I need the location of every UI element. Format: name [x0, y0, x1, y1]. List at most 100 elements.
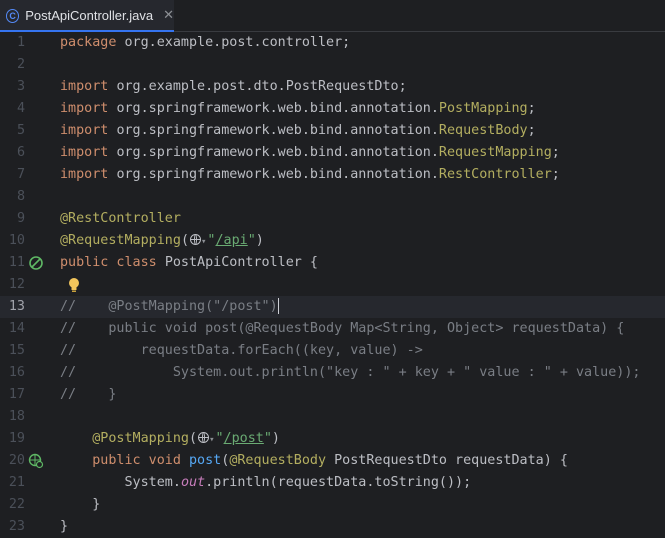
tab-postapicontroller[interactable]: C PostApiController.java ✕: [0, 0, 174, 32]
code-line[interactable]: 12: [0, 274, 665, 296]
code-line[interactable]: 13 // @PostMapping("/post"): [0, 296, 665, 318]
code-token: // }: [60, 387, 117, 402]
chevron-down-icon[interactable]: ▾: [209, 435, 214, 445]
code-line[interactable]: 17 // }: [0, 384, 665, 406]
code-line[interactable]: 16 // System.out.println("key : " + key +…: [0, 362, 665, 384]
line-number[interactable]: 5: [0, 120, 25, 142]
code-token: ;: [551, 167, 560, 182]
line-number[interactable]: 6: [0, 142, 25, 164]
line-number[interactable]: 12: [0, 274, 25, 296]
line-number[interactable]: 17: [0, 384, 25, 406]
close-icon[interactable]: ✕: [163, 8, 174, 23]
editor-tab-bar: C PostApiController.java ✕: [0, 0, 665, 32]
code-line[interactable]: 11 public class PostApiController {: [0, 252, 665, 274]
code-token: ": [215, 431, 224, 446]
code-token: RequestBody: [438, 123, 528, 138]
code-line[interactable]: 2: [0, 54, 665, 76]
code-token: ": [247, 233, 256, 248]
lightbulb-icon[interactable]: [67, 276, 81, 294]
line-number[interactable]: 22: [0, 494, 25, 516]
code-line[interactable]: 19 @PostMapping(▾"/post"): [0, 428, 665, 450]
code-token: org.springframework.web.bind.annotation.: [116, 167, 439, 182]
code-line[interactable]: 8: [0, 186, 665, 208]
line-number[interactable]: 10: [0, 230, 25, 252]
code-line[interactable]: 7 import org.springframework.web.bind.ann…: [0, 164, 665, 186]
line-number[interactable]: 14: [0, 318, 25, 340]
code-token: import: [60, 101, 117, 116]
code-token: org.springframework.web.bind.annotation.: [116, 101, 439, 116]
line-number[interactable]: 21: [0, 472, 25, 494]
code-token: // requestData.forEach((key, value) ->: [60, 343, 423, 358]
line-number[interactable]: 4: [0, 98, 25, 120]
url-globe-icon[interactable]: [190, 234, 201, 245]
line-number[interactable]: 19: [0, 428, 25, 450]
code-token: /api: [215, 233, 248, 248]
code-line[interactable]: 14 // public void post(@RequestBody Map<S…: [0, 318, 665, 340]
code-token: ): [255, 233, 264, 248]
code-token: import: [60, 123, 117, 138]
code-token: ): [271, 431, 280, 446]
code-token: import: [60, 145, 117, 160]
code-text: import org.springframework.web.bind.anno…: [60, 164, 560, 186]
code-token: System.: [60, 475, 181, 490]
code-text: import org.springframework.web.bind.anno…: [60, 142, 560, 164]
code-token: // System.out.println("key : " + key + "…: [60, 365, 641, 380]
code-token: RestController: [438, 167, 552, 182]
url-globe-icon[interactable]: [198, 432, 210, 443]
code-text: import org.example.post.dto.PostRequestD…: [60, 76, 407, 98]
line-number[interactable]: 18: [0, 406, 25, 428]
code-line[interactable]: 18: [0, 406, 665, 428]
code-line[interactable]: 23}: [0, 516, 665, 538]
code-token: PostMapping: [438, 101, 528, 116]
code-line[interactable]: 21 System.out.println(requestData.toStri…: [0, 472, 665, 494]
code-token: org.springframework.web.bind.annotation.: [116, 123, 439, 138]
line-number[interactable]: 11: [0, 252, 25, 274]
line-number[interactable]: 1: [0, 32, 25, 54]
code-token: RequestMapping: [438, 145, 552, 160]
spring-web-endpoint-icon[interactable]: [28, 453, 44, 469]
code-text: @PostMapping(▾"/post"): [60, 428, 280, 451]
code-text: // public void post(@RequestBody Map<Str…: [60, 318, 624, 340]
code-line[interactable]: 15 // requestData.forEach((key, value) ->: [0, 340, 665, 362]
line-number[interactable]: 23: [0, 516, 25, 538]
line-number[interactable]: 13: [0, 296, 25, 318]
code-line[interactable]: 5 import org.springframework.web.bind.ann…: [0, 120, 665, 142]
code-text: // requestData.forEach((key, value) ->: [60, 340, 423, 362]
code-token: PostApiController {: [164, 255, 318, 270]
spring-bean-icon[interactable]: [28, 255, 44, 271]
line-number[interactable]: 9: [0, 208, 25, 230]
line-number[interactable]: 8: [0, 186, 25, 208]
code-text: import org.springframework.web.bind.anno…: [60, 98, 536, 120]
code-text: System.out.println(requestData.toString(…: [60, 472, 471, 494]
code-token: ;: [527, 123, 536, 138]
code-token: public class: [60, 255, 165, 270]
code-text: import org.springframework.web.bind.anno…: [60, 120, 536, 142]
code-line[interactable]: 22 }: [0, 494, 665, 516]
chevron-down-icon[interactable]: ▾: [201, 237, 206, 247]
code-line[interactable]: 9 @RestController: [0, 208, 665, 230]
code-token: .println(requestData.toString());: [205, 475, 472, 490]
code-token: post: [189, 453, 222, 468]
line-number[interactable]: 7: [0, 164, 25, 186]
code-token: /post: [223, 431, 264, 446]
line-number[interactable]: 2: [0, 54, 25, 76]
line-number[interactable]: 20: [0, 450, 25, 472]
code-line[interactable]: 1 package org.example.post.controller;: [0, 32, 665, 54]
code-token: }: [60, 497, 101, 512]
code-token: // public void post(@RequestBody Map<Str…: [60, 321, 625, 336]
code-editor[interactable]: 1 package org.example.post.controller; 2 3 i…: [0, 32, 665, 534]
code-text: // System.out.println("key : " + key + "…: [60, 362, 640, 384]
code-text: }: [60, 516, 68, 538]
code-line[interactable]: 6 import org.springframework.web.bind.ann…: [0, 142, 665, 164]
line-number[interactable]: 15: [0, 340, 25, 362]
code-line[interactable]: 3 import org.example.post.dto.PostRequest…: [0, 76, 665, 98]
code-text: }: [60, 494, 100, 516]
code-token: }: [60, 519, 69, 534]
code-line[interactable]: 4 import org.springframework.web.bind.ann…: [0, 98, 665, 120]
line-number[interactable]: 16: [0, 362, 25, 384]
code-token: out: [180, 475, 206, 490]
code-token: // @PostMapping("/post"): [60, 299, 278, 314]
code-line[interactable]: 10 @RequestMapping(▾"/api"): [0, 230, 665, 252]
code-line[interactable]: 20 public void post(@RequestBody PostReq…: [0, 450, 665, 472]
line-number[interactable]: 3: [0, 76, 25, 98]
